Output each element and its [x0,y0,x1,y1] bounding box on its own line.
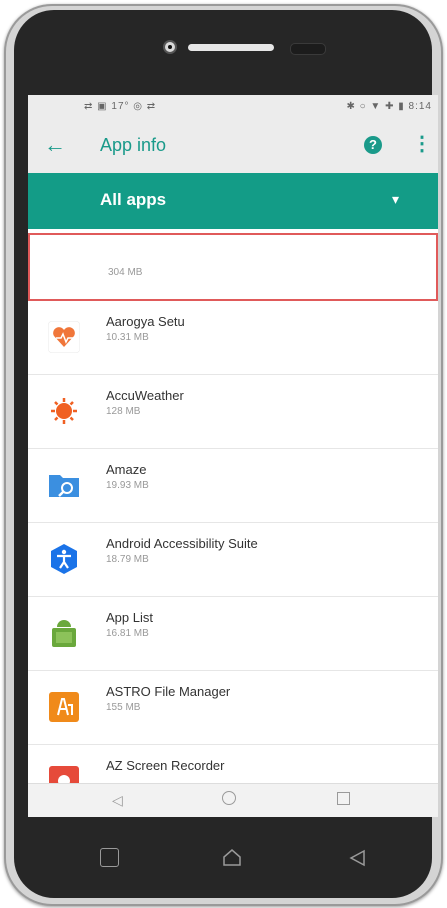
hardware-recents-button[interactable] [100,848,119,867]
help-circle-icon[interactable]: ? [364,136,382,154]
app-name: ASTRO File Manager [106,684,231,699]
status-system-icons: ✱ ○ ▼ ✚ ▮ 8:14 [346,101,432,112]
list-item[interactable]: AccuWeather 128 MB [28,375,438,449]
app-name: Amaze [106,462,147,477]
list-item[interactable]: 304 MB [28,233,438,301]
chevron-down-icon: ▾ [392,191,400,207]
app-name: AccuWeather [106,388,184,403]
app-size: 10.31 MB [106,332,149,343]
nav-home-icon[interactable] [222,791,236,805]
list-item[interactable]: App List 16.81 MB [28,597,438,671]
app-size: 304 MB [108,267,143,278]
earpiece-speaker [188,44,274,51]
app-size: 155 MB [106,702,141,713]
app-name: Aarogya Setu [106,314,185,329]
list-item[interactable]: Aarogya Setu 10.31 MB [28,301,438,375]
app-size: 18.79 MB [106,554,149,565]
status-bar: ⇄ ▣ 17° ◎ ⇄ ✱ ○ ▼ ✚ ▮ 8:14 [28,95,438,119]
app-size: 128 MB [106,406,141,417]
hardware-home-button[interactable] [222,848,242,868]
screen-navigation-bar: ◁ [28,783,438,817]
list-item[interactable]: ASTRO File Manager 155 MB [28,671,438,745]
amaze-folder-icon [49,475,79,497]
nav-recents-icon[interactable] [337,792,350,805]
proximity-sensor [290,43,326,55]
status-notification-icons: ⇄ ▣ 17° ◎ ⇄ [84,101,157,112]
aarogya-setu-icon [48,321,80,353]
front-camera [163,40,177,54]
astro-file-manager-icon [49,692,79,722]
arrow-left-icon[interactable]: ← [44,131,66,159]
phone-screen: ⇄ ▣ 17° ◎ ⇄ ✱ ○ ▼ ✚ ▮ 8:14 ← App info ? … [28,95,438,817]
app-name: Android Accessibility Suite [106,536,258,551]
list-item[interactable]: Amaze 19.93 MB [28,449,438,523]
app-size: 16.81 MB [106,628,149,639]
page-title: App info [100,135,167,155]
more-vert-icon[interactable]: ⋮ [412,131,432,157]
hardware-back-button[interactable] [347,848,367,868]
accessibility-icon [51,544,77,574]
app-size: 19.93 MB [106,480,149,491]
app-name: AZ Screen Recorder [106,758,225,773]
app-toolbar: ← App info ? ⋮ [28,119,438,173]
app-filter-dropdown[interactable]: All apps ▾ [28,173,438,229]
app-list-icon [52,620,76,647]
list-item[interactable]: Android Accessibility Suite 18.79 MB [28,523,438,597]
app-list: 304 MB Aarogya Setu 10.31 MB AccuWeather… [28,229,438,817]
nav-back-icon[interactable]: ◁ [112,792,123,809]
accuweather-icon [48,395,80,427]
app-name: App List [106,610,153,625]
filter-label: All apps [100,190,167,209]
